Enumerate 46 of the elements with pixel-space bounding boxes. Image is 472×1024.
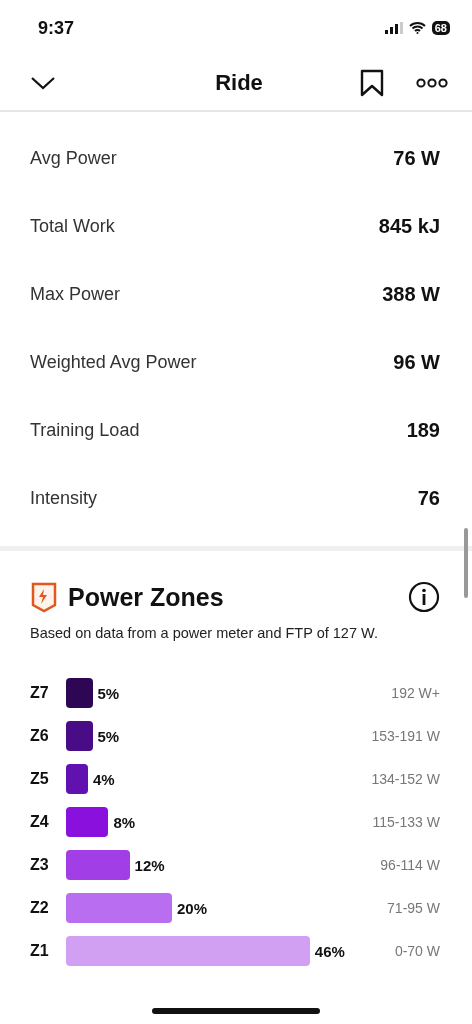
stat-value: 96 W xyxy=(393,350,440,374)
stat-label: Max Power xyxy=(30,283,121,305)
stat-value: 76 xyxy=(417,486,440,510)
zone-label: Z5 xyxy=(30,769,50,788)
zone-range: 71-95 W xyxy=(386,899,440,916)
zone-range: 115-133 W xyxy=(371,813,440,830)
more-button[interactable] xyxy=(416,78,448,88)
section-title: Power Zones xyxy=(68,582,225,612)
info-button[interactable] xyxy=(408,581,440,613)
stat-label: Training Load xyxy=(30,419,140,441)
battery-level: 68 xyxy=(431,21,450,35)
scroll-indicator xyxy=(464,528,468,598)
status-time: 9:37 xyxy=(38,17,75,39)
zone-percent: 20% xyxy=(177,899,208,917)
zone-label: Z4 xyxy=(30,812,50,831)
zone-label: Z7 xyxy=(30,683,50,702)
zone-range: 153-191 W xyxy=(370,727,440,744)
zone-label: Z6 xyxy=(30,726,50,745)
zone-range: 134-152 W xyxy=(370,770,440,787)
zone-percent: 12% xyxy=(134,856,165,874)
stat-value: 845 kJ xyxy=(378,214,440,238)
zone-range: 0-70 W xyxy=(393,942,440,959)
collapse-button[interactable] xyxy=(30,76,56,90)
shield-icon xyxy=(30,581,58,613)
zone-percent: 46% xyxy=(314,942,345,960)
stat-label: Avg Power xyxy=(30,147,117,169)
zone-percent: 5% xyxy=(97,727,120,745)
page-title: Ride xyxy=(215,70,263,96)
stat-label: Total Work xyxy=(30,215,115,237)
zone-percent: 5% xyxy=(97,684,120,702)
zone-label: Z3 xyxy=(30,855,50,874)
stat-label: Intensity xyxy=(30,487,98,509)
zone-range: 192 W+ xyxy=(390,684,440,701)
bookmark-button[interactable] xyxy=(360,69,384,97)
stat-value: 189 xyxy=(406,418,440,442)
wifi-icon xyxy=(408,22,426,34)
zone-percent: 4% xyxy=(93,770,115,788)
zone-percent: 8% xyxy=(113,813,136,831)
zone-label: Z1 xyxy=(30,941,50,960)
stat-value: 388 W xyxy=(382,282,440,306)
section-subtitle: Based on data from a power meter and FTP of 127 W. xyxy=(30,625,379,641)
zone-label: Z2 xyxy=(30,898,50,917)
zone-range: 96-114 W xyxy=(379,856,440,873)
signal-icon xyxy=(384,22,403,34)
stat-label: Weighted Avg Power xyxy=(30,351,197,373)
stat-value: 76 W xyxy=(393,146,440,170)
